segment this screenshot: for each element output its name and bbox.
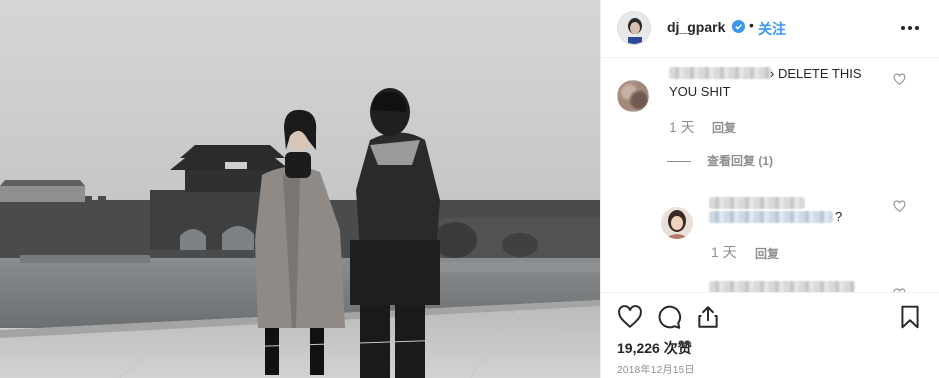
likes-count[interactable]: 19,226 次赞: [617, 338, 692, 358]
author-avatar[interactable]: [617, 11, 651, 45]
obscured-next-comment: [709, 281, 855, 292]
comment-like-icon[interactable]: [893, 200, 906, 213]
follow-button[interactable]: 关注: [758, 19, 786, 39]
comment-reply-button[interactable]: 回复: [755, 245, 779, 262]
comment-time: 1 天: [669, 119, 695, 135]
obscured-username: [709, 197, 805, 209]
view-replies-label: 查看回复 (1): [707, 154, 774, 168]
photo-scene: [0, 0, 600, 378]
heart-icon[interactable]: [617, 304, 643, 330]
view-replies-button[interactable]: 查看回复 (1): [667, 152, 773, 169]
author-username[interactable]: dj_gpark: [667, 19, 725, 35]
comment-text-line2: YOU SHIT: [669, 84, 731, 99]
comment-time: 1 天: [711, 244, 737, 260]
comment-text: ?: [835, 209, 843, 224]
divider-line: [667, 161, 691, 163]
comment-text: › DELETE THIS: [770, 66, 862, 81]
obscured-username: [669, 67, 772, 79]
separator-dot: •: [749, 17, 754, 33]
verified-badge-icon: [732, 20, 745, 33]
post-header: dj_gpark • 关注: [601, 0, 939, 58]
bookmark-icon[interactable]: [897, 304, 923, 330]
more-options-icon[interactable]: [899, 18, 921, 36]
post-date[interactable]: 2018年12月15日: [617, 361, 695, 376]
post-photo[interactable]: [0, 0, 600, 378]
comments-list[interactable]: › DELETE THIS YOU SHIT 1 天 回复 查看回复 (1) ?…: [601, 59, 939, 292]
commenter-avatar[interactable]: [617, 80, 649, 112]
post-panel: dj_gpark • 关注 › DELETE THIS YOU SHIT 1 天…: [600, 0, 939, 378]
commenter-avatar[interactable]: [661, 207, 693, 239]
comment-reply-button[interactable]: 回复: [712, 119, 736, 136]
post-actions: 19,226 次赞 2018年12月15日: [601, 292, 939, 378]
obscured-comment-text: [709, 211, 833, 223]
share-icon[interactable]: [695, 304, 721, 330]
comment-like-icon[interactable]: [893, 73, 906, 86]
comment-icon[interactable]: [656, 304, 682, 330]
